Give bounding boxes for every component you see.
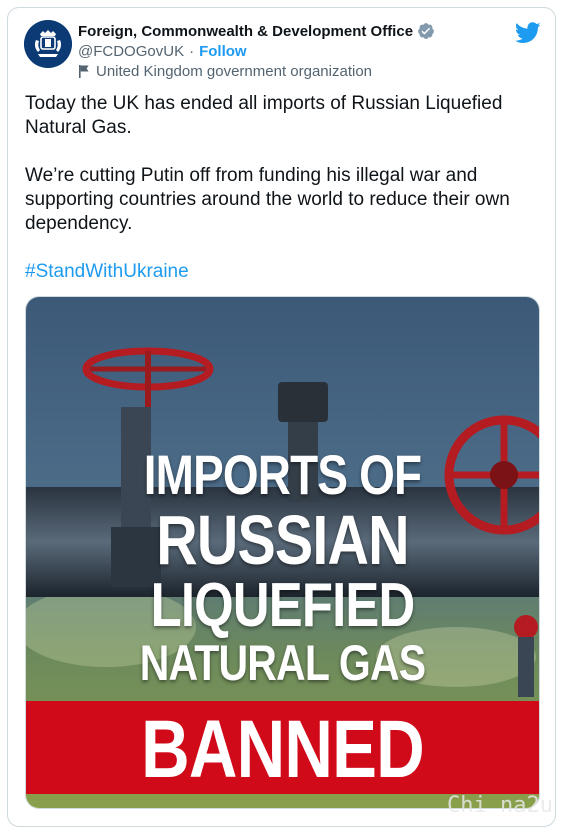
display-name[interactable]: Foreign, Commonwealth & Development Offi… (78, 23, 413, 40)
headline-line: LIQUEFIED (72, 575, 493, 637)
tweet-card: Foreign, Commonwealth & Development Offi… (7, 7, 556, 827)
follow-button[interactable]: Follow (199, 43, 247, 60)
tweet-image[interactable]: IMPORTS OF RUSSIAN LIQUEFIED NATURAL GAS… (25, 296, 540, 809)
tweet-paragraph: We’re cutting Putin off from funding his… (25, 164, 540, 236)
banned-label: BANNED (72, 709, 493, 791)
headline-line: IMPORTS OF (72, 447, 493, 503)
headline-line: RUSSIAN (72, 505, 493, 575)
fcdo-crest-logo[interactable] (24, 20, 72, 68)
name-row: Foreign, Commonwealth & Development Offi… (78, 21, 495, 41)
handle-row: @FCDOGovUK · Follow (78, 41, 495, 61)
flag-icon (78, 64, 90, 78)
hashtag-link[interactable]: #StandWithUkraine (25, 260, 540, 284)
tweet-paragraph: Today the UK has ended all imports of Ru… (25, 92, 540, 140)
org-label: United Kingdom government organization (96, 63, 372, 80)
separator-dot: · (189, 43, 194, 60)
handle[interactable]: @FCDOGovUK (78, 43, 184, 60)
verified-badge-icon (417, 22, 435, 40)
headline-line: NATURAL GAS (72, 637, 493, 689)
watermark-text: Chi na2u (447, 793, 557, 817)
org-label-row: United Kingdom government organization (78, 61, 495, 81)
tweet-body: Today the UK has ended all imports of Ru… (25, 92, 540, 308)
twitter-bird-icon[interactable] (515, 22, 541, 44)
tweet-header: Foreign, Commonwealth & Development Offi… (78, 21, 495, 81)
